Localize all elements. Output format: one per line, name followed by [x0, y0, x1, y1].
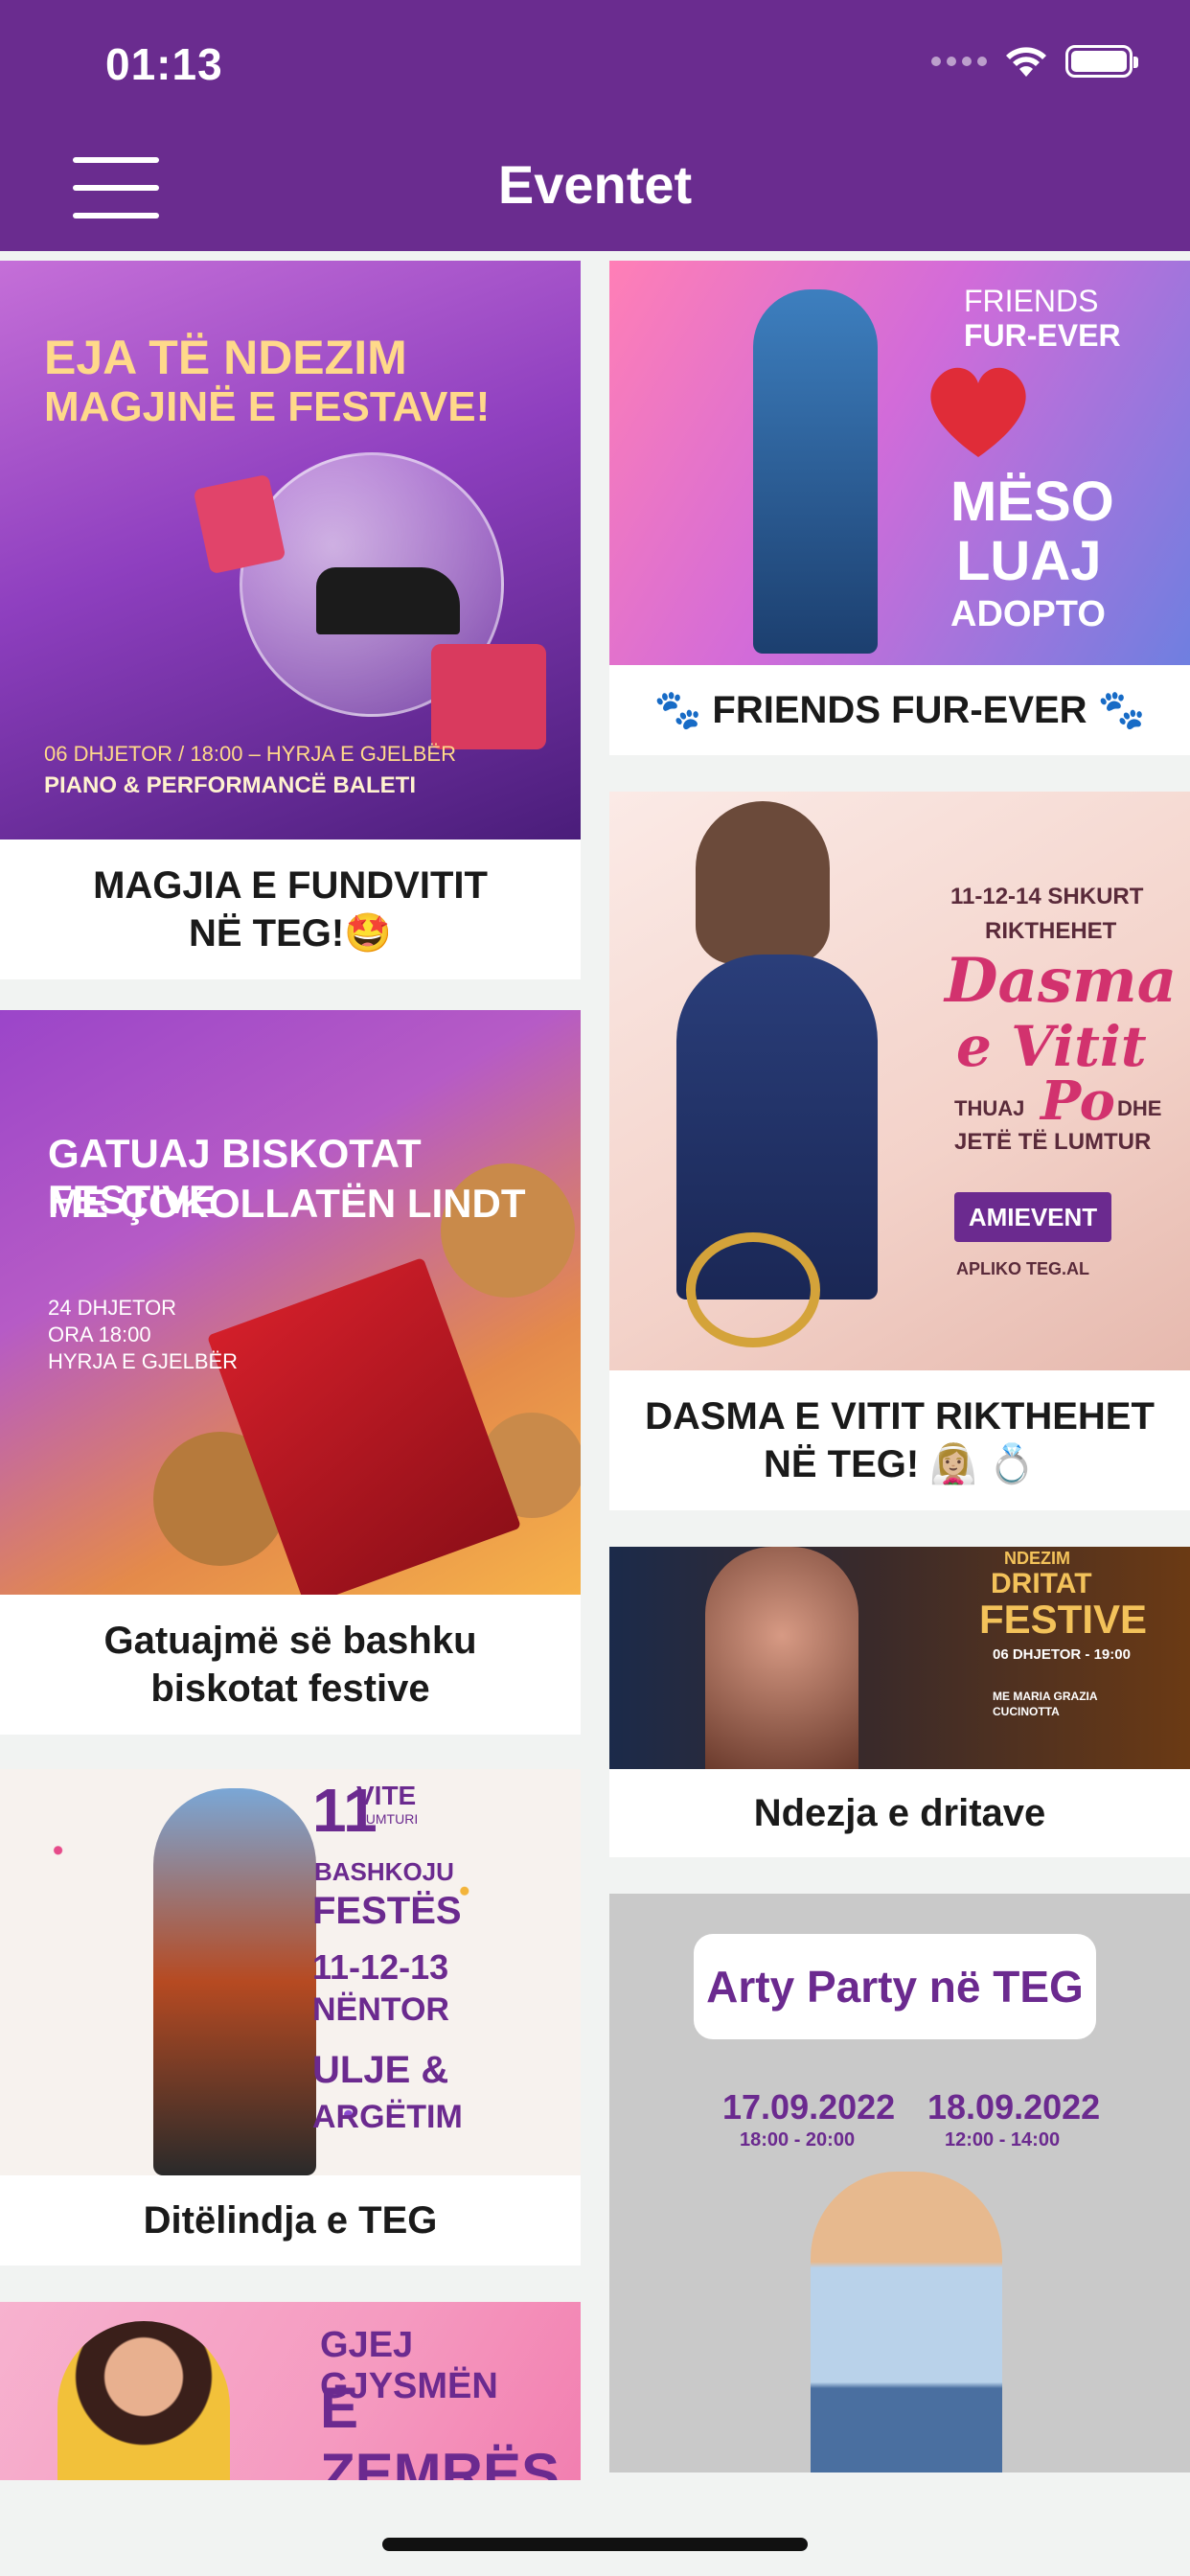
poster-text: MËSO — [950, 471, 1114, 533]
poster-headline: ME ÇOKOLLATËN LINDT — [48, 1181, 526, 1226]
family-image — [153, 1788, 316, 2175]
poster-headline: FESTËS — [312, 1890, 462, 1932]
event-card[interactable]: GATUAJ BISKOTAT FESTIVE ME ÇOKOLLATËN LI… — [0, 1010, 581, 1735]
poster-text: FRIENDS — [964, 284, 1099, 318]
bottom-safe-area — [0, 2480, 1190, 2576]
woman-image — [57, 2321, 230, 2480]
poster-date: 11-12-13 — [312, 1947, 449, 1987]
event-card[interactable]: EJA TË NDEZIM MAGJINË E FESTAVE! 06 DHJE… — [0, 261, 581, 979]
poster-headline: MAGJINË E FESTAVE! — [44, 383, 491, 430]
wifi-icon — [1006, 47, 1046, 77]
paw-heart-icon — [930, 367, 1026, 457]
signal-icon — [931, 57, 987, 66]
event-poster: GJEJ GJYSMËN E ZEMRËS — [0, 2302, 581, 2480]
poster-text: RIKTHEHET — [985, 918, 1117, 944]
event-poster: NDEZIM DRITAT FESTIVE 06 DHJETOR - 19:00… — [609, 1547, 1190, 1769]
poster-location: HYRJA E GJELBËR — [48, 1349, 239, 1373]
gift-image — [431, 644, 546, 749]
poster-headline: Arty Party në TEG — [694, 1934, 1096, 2039]
poster-text: LUAJ — [956, 530, 1102, 592]
home-indicator[interactable] — [382, 2538, 808, 2551]
event-title: Ndezja e dritave — [753, 1792, 1046, 1834]
poster-text: ARGËTIM — [312, 2099, 463, 2135]
poster-date: 06 DHJETOR - 19:00 — [993, 1646, 1131, 1663]
poster-text: THUAJ — [954, 1096, 1025, 1120]
poster-text: DHE — [1117, 1096, 1162, 1120]
event-poster: 11-12-14 SHKURT RIKTHEHET Dasma e Vitit … — [609, 792, 1190, 1370]
poster-headline: EJA TË NDEZIM — [44, 331, 407, 384]
event-title: 🐾 FRIENDS FUR-EVER 🐾 — [653, 689, 1146, 731]
poster-text: DRITAT — [991, 1568, 1092, 1599]
event-title: Gatuajmë së bashku biskotat festive — [103, 1620, 477, 1710]
piano-image — [316, 567, 460, 634]
event-poster: EJA TË NDEZIM MAGJINË E FESTAVE! 06 DHJE… — [0, 261, 581, 840]
bride-image — [696, 801, 830, 964]
app-header: 01:13 Eventet — [0, 0, 1190, 251]
poster-date: 17.09.2022 — [722, 2087, 896, 2127]
event-title: MAGJIA E FUNDVITIT NË TEG!🤩 — [93, 864, 488, 954]
poster-time: 18:00 - 20:00 — [740, 2129, 856, 2150]
poster-time: 12:00 - 14:00 — [945, 2129, 1061, 2150]
poster-text: FUR-EVER — [964, 318, 1121, 353]
poster-date: 11-12-14 SHKURT — [950, 884, 1144, 909]
gift-image — [193, 473, 286, 575]
status-icons — [931, 42, 1138, 80]
poster-time: ORA 18:00 — [48, 1322, 151, 1346]
poster-text: BASHKOJU — [314, 1857, 454, 1886]
poster-headline: FESTIVE — [979, 1597, 1148, 1642]
poster-text: VITE — [356, 1781, 417, 1810]
celebrity-image — [705, 1547, 858, 1769]
event-title: DASMA E VITIT RIKTHEHET NË TEG! 👰🏼‍♀️ 💍 — [645, 1395, 1155, 1485]
battery-icon — [1065, 45, 1138, 78]
status-time: 01:13 — [105, 39, 223, 89]
event-poster: 11 VITE LUMTURI BASHKOJU FESTËS 11-12-13… — [0, 1769, 581, 2175]
poster-subtitle: PIANO & PERFORMANCË BALETI — [44, 772, 417, 798]
event-card[interactable]: FRIENDS FUR-EVER MËSO LUAJ ADOPTO 🐾 FRIE… — [609, 261, 1190, 755]
child-image — [811, 2172, 1002, 2472]
poster-text: ULJE & — [312, 2049, 449, 2091]
poster-date: 24 DHJETOR — [48, 1296, 177, 1320]
poster-text: LUMTURI — [358, 1811, 419, 1827]
people-with-pets-image — [753, 289, 878, 654]
event-poster: Arty Party në TEG 17.09.2022 18:00 - 20:… — [609, 1894, 1190, 2472]
poster-text: ADOPTO — [950, 594, 1106, 634]
event-poster: GATUAJ BISKOTAT FESTIVE ME ÇOKOLLATËN LI… — [0, 1010, 581, 1595]
event-card[interactable]: GJEJ GJYSMËN E ZEMRËS — [0, 2302, 581, 2480]
poster-text: APLIKO TEG.AL — [956, 1259, 1089, 1278]
page-title: Eventet — [497, 154, 693, 215]
event-poster: FRIENDS FUR-EVER MËSO LUAJ ADOPTO — [609, 261, 1190, 665]
poster-text: ME MARIA GRAZIA CUCINOTTA — [993, 1690, 1098, 1718]
poster-headline: Dasma — [945, 945, 1178, 1017]
poster-text: NDEZIM — [1004, 1549, 1070, 1568]
poster-date: 18.09.2022 — [927, 2087, 1101, 2127]
amievent-logo: AMIEVENT — [954, 1192, 1111, 1242]
poster-text: JETË TË LUMTUR — [954, 1129, 1152, 1155]
poster-text: Po — [1041, 1070, 1115, 1133]
event-card[interactable]: 11 VITE LUMTURI BASHKOJU FESTËS 11-12-13… — [0, 1769, 581, 2266]
poster-text: NËNTOR — [312, 1991, 449, 2028]
event-title: Ditëlindja e TEG — [143, 2199, 438, 2242]
poster-headline: E ZEMRËS — [320, 2376, 561, 2480]
poster-date: 06 DHJETOR / 18:00 – HYRJA E GJELBËR — [44, 742, 456, 766]
event-card[interactable]: NDEZIM DRITAT FESTIVE 06 DHJETOR - 19:00… — [609, 1547, 1190, 1857]
event-card[interactable]: 11-12-14 SHKURT RIKTHEHET Dasma e Vitit … — [609, 792, 1190, 1510]
event-card[interactable]: Arty Party në TEG 17.09.2022 18:00 - 20:… — [609, 1894, 1190, 2472]
rings-image — [686, 1232, 820, 1347]
